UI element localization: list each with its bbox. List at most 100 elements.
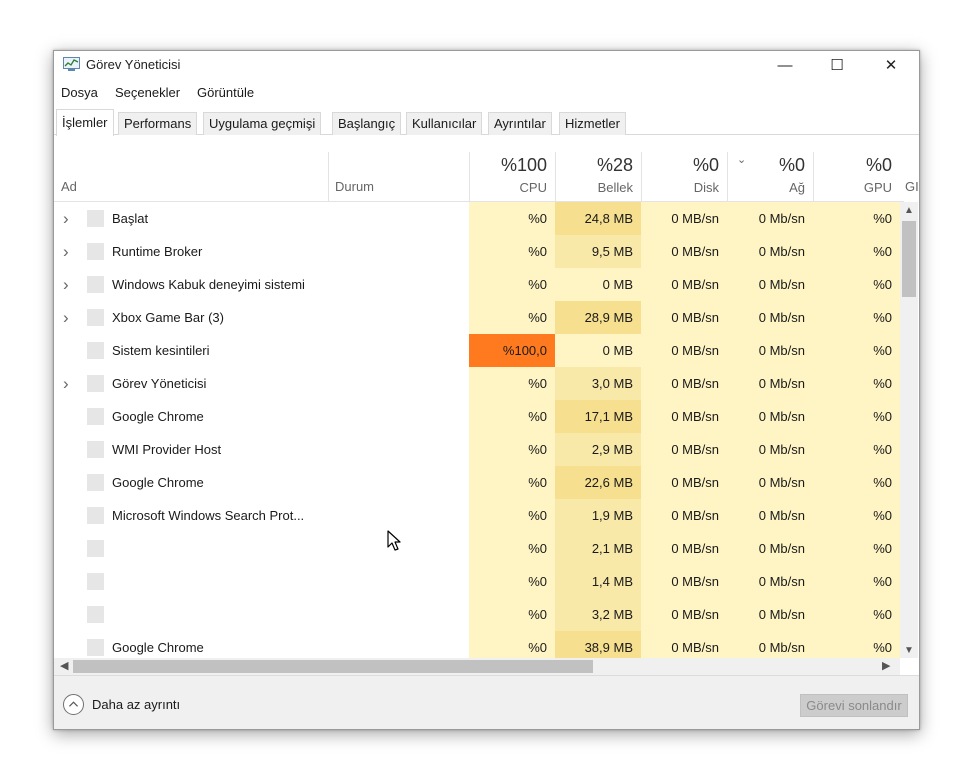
tab-users[interactable]: Kullanıcılar <box>406 112 483 135</box>
process-name-cell[interactable]: Google Chrome <box>54 400 469 433</box>
title-bar[interactable]: Görev Yöneticisi — ☐ ✕ <box>54 51 919 79</box>
table-row[interactable]: › Windows Kabuk deneyimi sistemi %0 0 MB 0 M… <box>54 268 900 301</box>
memory-cell: 17,1 MB <box>555 400 641 433</box>
tab-performance[interactable]: Performans <box>118 112 198 135</box>
process-name-cell[interactable]: Google Chrome <box>54 631 469 658</box>
column-cpu-header[interactable]: %100 CPU <box>469 152 555 202</box>
fewer-details-link[interactable]: Daha az ayrıntı <box>92 697 180 712</box>
cpu-label: CPU <box>519 180 547 195</box>
process-icon <box>87 639 104 656</box>
disk-cell: 0 MB/sn <box>641 565 727 598</box>
menu-view[interactable]: Görüntüle <box>197 85 254 100</box>
chevron-right-icon[interactable]: › <box>63 268 69 301</box>
column-gpu-engine-header[interactable]: GI <box>905 179 919 194</box>
maximize-button[interactable]: ☐ <box>814 51 860 79</box>
table-row[interactable]: WMI Provider Host %0 2,9 MB 0 MB/sn 0 Mb/sn%… <box>54 433 900 466</box>
window-title: Görev Yöneticisi <box>86 57 181 72</box>
horizontal-scrollbar[interactable]: ◀ ▶ <box>54 658 900 675</box>
tab-services[interactable]: Hizmetler <box>559 112 626 135</box>
table-row[interactable]: Google Chrome %0 22,6 MB 0 MB/sn 0 Mb/sn %0 <box>54 466 900 499</box>
gpu-cell: %0 <box>813 367 900 400</box>
process-name-cell[interactable]: Sistem kesintileri <box>54 334 469 367</box>
table-row[interactable]: › Başlat %0 24,8 MB 0 MB/sn 0 Mb/sn %0 <box>54 202 900 235</box>
network-cell: 0 Mb/sn <box>727 532 813 565</box>
menu-file[interactable]: Dosya <box>61 85 98 100</box>
scroll-right-icon[interactable]: ▶ <box>882 659 890 672</box>
vertical-scroll-thumb[interactable] <box>902 221 916 297</box>
chevron-right-icon[interactable]: › <box>63 367 69 400</box>
table-row[interactable]: Microsoft Windows Search Prot... %0 1,9 MB… <box>54 499 900 532</box>
table-row[interactable]: › Xbox Game Bar (3) %0 28,9 MB 0 MB/sn 0 Mb/s… <box>54 301 900 334</box>
process-name-cell[interactable]: › Xbox Game Bar (3) <box>54 301 469 334</box>
disk-cell: 0 MB/sn <box>641 268 727 301</box>
process-name-cell[interactable]: › Görev Yöneticisi <box>54 367 469 400</box>
table-row[interactable]: %0 3,2 MB 0 MB/sn 0 Mb/sn %0 <box>54 598 900 631</box>
tab-strip: İşlemler Performans Uygulama geçmişi Baş… <box>54 109 919 136</box>
process-icon <box>87 441 104 458</box>
process-name-cell[interactable]: Microsoft Windows Search Prot... <box>54 499 469 532</box>
process-name-cell[interactable]: › Başlat <box>54 202 469 235</box>
process-name-cell[interactable] <box>54 532 469 565</box>
menu-bar: Dosya Seçenekler Görüntüle <box>54 84 919 104</box>
scroll-left-icon[interactable]: ◀ <box>60 659 68 672</box>
column-memory-header[interactable]: %28 Bellek <box>555 152 641 202</box>
cpu-cell: %0 <box>469 235 555 268</box>
gpu-label: GPU <box>863 180 892 195</box>
process-name-cell[interactable] <box>54 565 469 598</box>
network-cell: 0 Mb/sn <box>727 400 813 433</box>
gpu-cell: %0 <box>813 598 900 631</box>
cpu-cell: %0 <box>469 565 555 598</box>
table-row[interactable]: Google Chrome %0 17,1 MB 0 MB/sn 0 Mb/sn %0 <box>54 400 900 433</box>
memory-cell: 28,9 MB <box>555 301 641 334</box>
tab-processes[interactable]: İşlemler <box>56 109 114 136</box>
column-name-header[interactable]: Ad <box>61 179 77 194</box>
minimize-button[interactable]: — <box>762 51 808 79</box>
table-row[interactable]: %0 1,4 MB 0 MB/sn 0 Mb/sn %0 <box>54 565 900 598</box>
column-disk-header[interactable]: %0 Disk <box>641 152 727 202</box>
process-name: Google Chrome <box>112 475 204 490</box>
table-row[interactable]: › Görev Yöneticisi %0 3,0 MB 0 MB/sn 0 Mb/sn%… <box>54 367 900 400</box>
cpu-cell: %0 <box>469 400 555 433</box>
menu-options[interactable]: Seçenekler <box>115 85 180 100</box>
table-row[interactable]: Google Chrome %0 38,9 MB 0 MB/sn 0 Mb/sn %0 <box>54 631 900 658</box>
process-name: Google Chrome <box>112 640 204 655</box>
table-row[interactable]: %0 2,1 MB 0 MB/sn 0 Mb/sn %0 <box>54 532 900 565</box>
tab-startup[interactable]: Başlangıç <box>332 112 402 135</box>
process-name-cell[interactable]: Google Chrome <box>54 466 469 499</box>
end-task-button[interactable]: Görevi sonlandır <box>800 694 908 717</box>
cpu-total: %100 <box>500 155 547 175</box>
process-name-cell[interactable]: › Runtime Broker <box>54 235 469 268</box>
chevron-right-icon[interactable]: › <box>63 235 69 268</box>
memory-cell: 9,5 MB <box>555 235 641 268</box>
chevron-right-icon[interactable]: › <box>63 202 69 235</box>
close-button[interactable]: ✕ <box>868 51 914 79</box>
network-cell: 0 Mb/sn <box>727 235 813 268</box>
network-label: Ağ <box>789 180 805 195</box>
memory-cell: 24,8 MB <box>555 202 641 235</box>
memory-cell: 22,6 MB <box>555 466 641 499</box>
cpu-cell: %100,0 <box>469 334 555 367</box>
network-cell: 0 Mb/sn <box>727 466 813 499</box>
tab-details[interactable]: Ayrıntılar <box>488 112 552 135</box>
cpu-cell: %0 <box>469 598 555 631</box>
chevron-up-circle-icon[interactable] <box>63 694 84 715</box>
scroll-down-icon[interactable]: ▼ <box>900 645 918 656</box>
chevron-right-icon[interactable]: › <box>63 301 69 334</box>
network-cell: 0 Mb/sn <box>727 433 813 466</box>
column-network-header[interactable]: ⌄ %0 Ağ <box>727 152 813 202</box>
process-name-cell[interactable] <box>54 598 469 631</box>
scroll-up-icon[interactable]: ▲ <box>900 205 918 216</box>
disk-cell: 0 MB/sn <box>641 598 727 631</box>
vertical-scrollbar[interactable]: ▲ ▼ <box>900 202 918 658</box>
table-row[interactable]: › Runtime Broker %0 9,5 MB 0 MB/sn 0 Mb/sn %0 <box>54 235 900 268</box>
process-name-cell[interactable]: › Windows Kabuk deneyimi sistemi <box>54 268 469 301</box>
table-row[interactable]: Sistem kesintileri %100,0 0 MB 0 MB/sn 0 Mb/… <box>54 334 900 367</box>
column-status-header[interactable] <box>328 152 469 202</box>
gpu-total: %0 <box>865 155 892 175</box>
network-cell: 0 Mb/sn <box>727 268 813 301</box>
process-name-cell[interactable]: WMI Provider Host <box>54 433 469 466</box>
column-gpu-header[interactable]: %0 GPU <box>813 152 900 202</box>
horizontal-scroll-thumb[interactable] <box>73 660 593 673</box>
memory-cell: 0 MB <box>555 268 641 301</box>
tab-app-history[interactable]: Uygulama geçmişi <box>203 112 322 135</box>
